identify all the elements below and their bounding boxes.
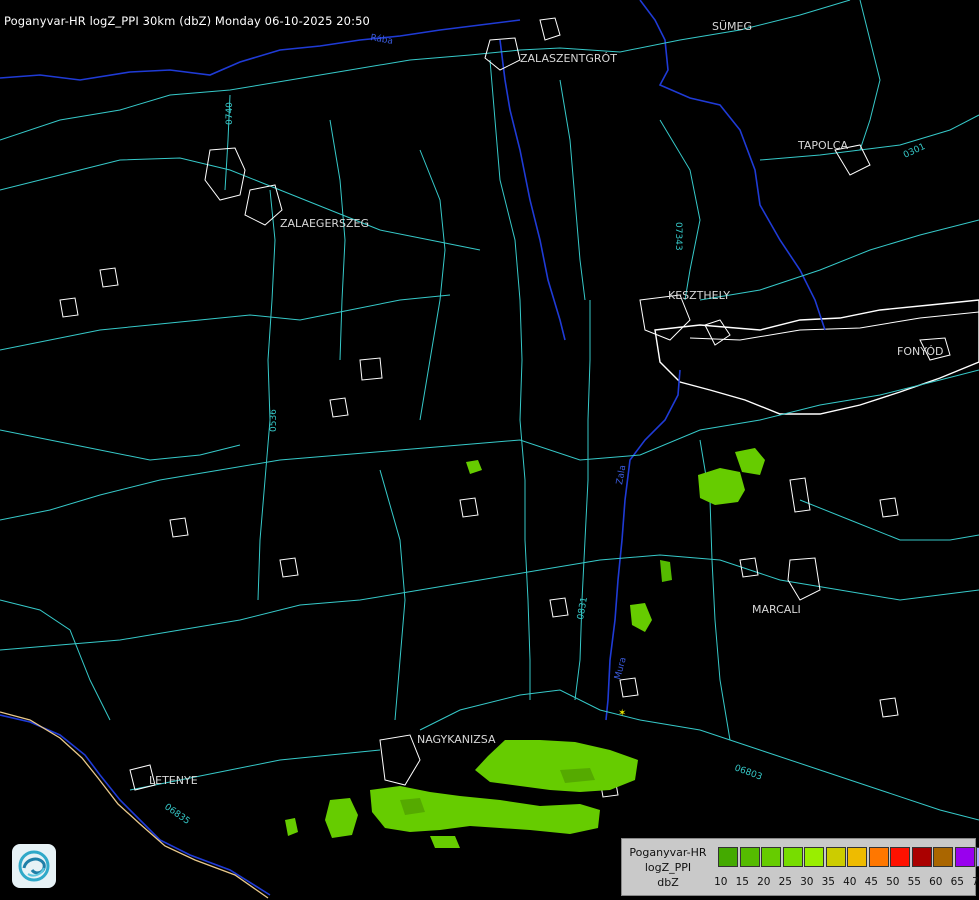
legend-swatch (911, 847, 932, 867)
legend-swatch (718, 847, 738, 867)
legend-swatch (954, 847, 975, 867)
legend-unit: dbZ (657, 876, 679, 889)
legend-tick: 40 (843, 876, 857, 888)
legend-swatch (804, 847, 824, 867)
map-title: Poganyvar-HR logZ_PPI 30km (dbZ) Monday … (4, 14, 370, 28)
legend-tick: 50 (886, 876, 900, 888)
legend-tick: 45 (864, 876, 878, 888)
legend-color-bar (718, 847, 979, 867)
legend-tick: 70 (972, 876, 979, 888)
legend-title: Poganyvar-HR logZ_PPI dbZ (622, 845, 714, 890)
road-label-0536: 0536 (269, 409, 279, 432)
legend-swatch (847, 847, 867, 867)
legend-swatch (739, 847, 760, 867)
city-sumeg: SÜMEG (712, 20, 752, 33)
legend-tick: 15 (735, 876, 749, 888)
radar-site-marker-icon: ✶ (618, 708, 626, 719)
legend-tick: 55 (907, 876, 921, 888)
city-letenye: LETENYE (149, 774, 198, 787)
legend-swatch (890, 847, 910, 867)
color-legend: Poganyvar-HR logZ_PPI dbZ 10 15 20 25 30 35 40… (621, 838, 979, 896)
legend-swatch (868, 847, 889, 867)
radar-map: SÜMEG ZALASZENTGRÓT TAPOLCA ZALAEGERSZEG… (0, 0, 979, 900)
legend-source: Poganyvar-HR (629, 846, 707, 859)
legend-product: logZ_PPI (644, 861, 692, 874)
city-fonyod: FONYÓD (897, 345, 943, 358)
legend-tick: 65 (950, 876, 964, 888)
legend-swatch (782, 847, 803, 867)
legend-tick-labels: 10 15 20 25 30 35 40 45 50 55 60 65 70 (710, 876, 979, 888)
city-zalaegerszeg: ZALAEGERSZEG (280, 217, 369, 230)
legend-swatch (825, 847, 846, 867)
city-tapolca: TAPOLCA (797, 139, 848, 152)
organization-logo-icon (12, 844, 56, 888)
legend-tick: 25 (778, 876, 792, 888)
city-marcali: MARCALI (752, 603, 801, 616)
city-zalaszentgrot: ZALASZENTGRÓT (520, 52, 617, 65)
legend-swatch (761, 847, 781, 867)
city-nagykanizsa: NAGYKANIZSA (417, 733, 496, 746)
city-keszthely: KESZTHELY (668, 289, 730, 302)
legend-tick: 20 (757, 876, 771, 888)
road-label-0740: 0740 (225, 102, 235, 125)
legend-swatch (933, 847, 953, 867)
legend-tick: 60 (929, 876, 943, 888)
legend-tick: 30 (800, 876, 814, 888)
road-label-07343: 07343 (673, 222, 683, 251)
legend-tick: 35 (821, 876, 835, 888)
legend-tick: 10 (714, 876, 728, 888)
